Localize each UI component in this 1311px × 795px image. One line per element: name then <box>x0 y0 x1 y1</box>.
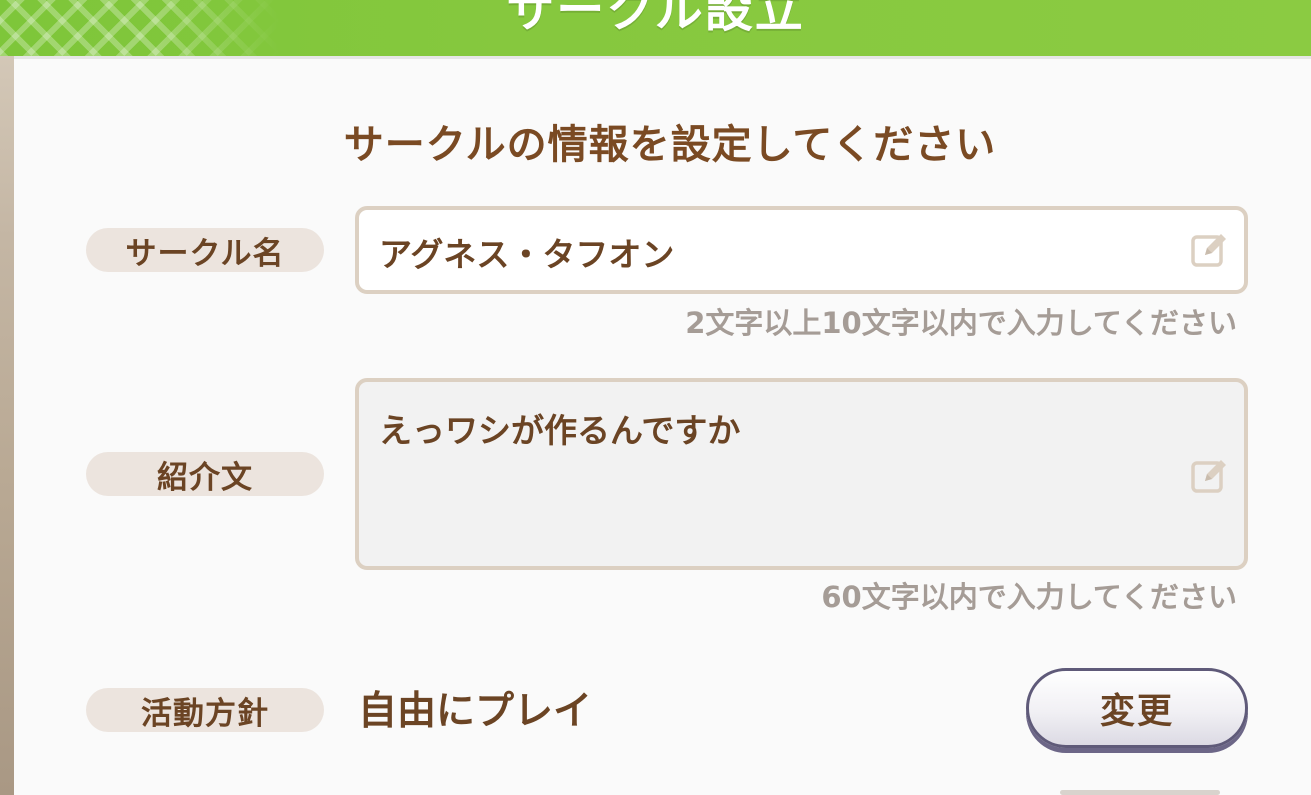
next-control-edge <box>1060 790 1220 795</box>
circle-name-value: アグネス・タフオン <box>379 235 675 274</box>
activity-policy-value: 自由にプレイ <box>358 689 593 734</box>
introduction-label: 紹介文 <box>86 452 324 496</box>
change-policy-button[interactable]: 変更 <box>1026 668 1248 748</box>
activity-policy-label: 活動方針 <box>86 688 324 732</box>
dialog-header: サークル設立 <box>0 0 1311 56</box>
introduction-textarea[interactable]: えっワシが作るんですか <box>355 378 1248 570</box>
circle-name-hint: 2文字以上10文字以内で入力してください <box>685 306 1237 340</box>
introduction-value: えっワシが作るんですか <box>379 411 741 450</box>
circle-name-label: サークル名 <box>86 228 324 272</box>
instruction-heading: サークルの情報を設定してください <box>343 122 997 168</box>
dialog-title: サークル設立 <box>506 0 805 38</box>
edit-icon[interactable] <box>1190 456 1230 496</box>
introduction-hint: 60文字以内で入力してください <box>821 580 1237 614</box>
edit-icon[interactable] <box>1190 230 1230 270</box>
circle-name-input[interactable]: アグネス・タフオン <box>355 206 1248 294</box>
